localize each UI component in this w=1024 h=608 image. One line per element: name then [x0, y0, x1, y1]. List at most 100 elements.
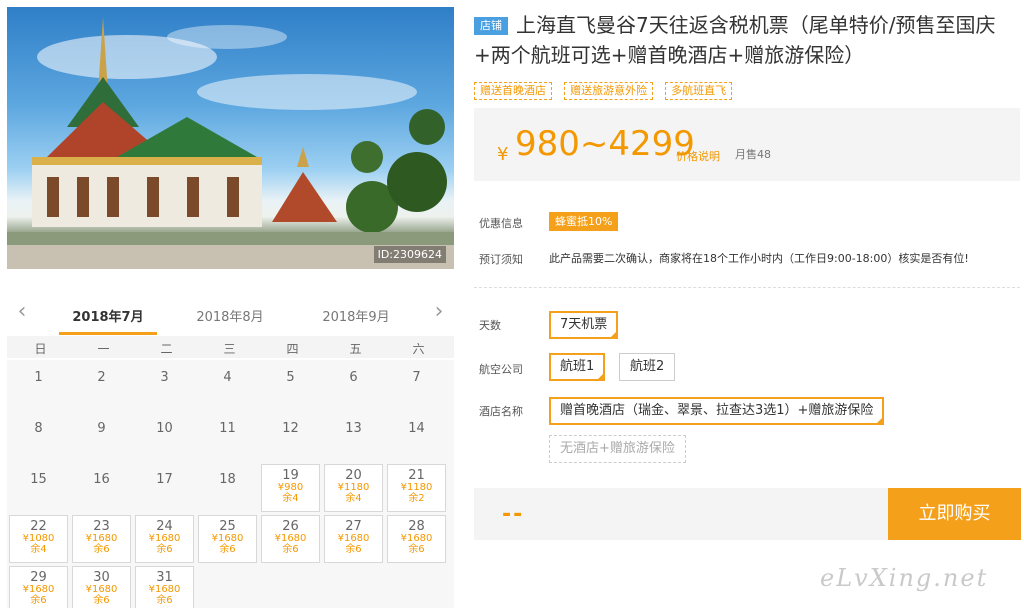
day-number: 6: [349, 370, 358, 385]
product-photo: ID:2309624: [7, 7, 454, 269]
weekday-label: 三: [223, 342, 236, 356]
day-number: 18: [219, 472, 236, 487]
day-price: ¥1680: [274, 533, 307, 544]
hotel-label: 酒店名称: [479, 405, 523, 418]
calendar-day: 9: [72, 413, 131, 461]
total-price: --: [502, 502, 525, 527]
feature-tag: 赠送旅游意外险: [564, 82, 654, 100]
month-tab-july[interactable]: 2018年7月: [53, 306, 163, 335]
calendar-day[interactable]: 24 ¥1680 余6: [135, 515, 194, 563]
option-hotel-1[interactable]: 赠首晚酒店（瑞金、翠景、拉查达3选1）+赠旅游保险: [549, 397, 885, 425]
price-help-link[interactable]: 价格说明: [676, 148, 720, 164]
feature-tag: 多航班直飞: [665, 82, 733, 100]
product-title-text: 上海直飞曼谷7天往返含税机票（尾单特价/预售至国庆+两个航班可选+赠首晚酒店+赠…: [474, 13, 996, 67]
day-number: 17: [156, 472, 173, 487]
day-number: 7: [412, 370, 421, 385]
product-title: 店铺 上海直飞曼谷7天往返含税机票（尾单特价/预售至国庆+两个航班可选+赠首晚酒店…: [474, 10, 1019, 70]
calendar-day: 16: [72, 464, 131, 512]
calendar-day: 4: [198, 362, 257, 410]
day-price: ¥1680: [148, 584, 181, 595]
day-remaining: 余6: [93, 544, 110, 555]
calendar-weekday-header: 日 一 二 三 四 五 六: [7, 336, 454, 358]
day-number: 9: [97, 421, 106, 436]
day-price: ¥1680: [148, 533, 181, 544]
chevron-left-icon[interactable]: ‹: [11, 301, 33, 324]
weekday-label: 四: [286, 342, 299, 356]
day-number: 20: [345, 468, 362, 483]
shop-badge[interactable]: 店铺: [474, 17, 508, 35]
feature-tags: 赠送首晚酒店 赠送旅游意外险 多航班直飞: [474, 79, 739, 100]
day-number: 14: [408, 421, 425, 436]
calendar-day[interactable]: 23 ¥1680 余6: [72, 515, 131, 563]
weekday-label: 日: [34, 342, 47, 356]
day-price: ¥1680: [22, 584, 55, 595]
day-price: ¥1180: [337, 482, 370, 493]
option-days-7[interactable]: 7天机票: [549, 311, 619, 339]
option-airline-1[interactable]: 航班1: [549, 353, 606, 381]
day-number: 11: [219, 421, 236, 436]
day-remaining: 余2: [408, 493, 425, 504]
calendar-day: 13: [324, 413, 383, 461]
calendar-day[interactable]: 30 ¥1680 余6: [72, 566, 131, 608]
price-range: 980~4299: [515, 124, 695, 164]
day-number: 10: [156, 421, 173, 436]
day-number: 16: [93, 472, 110, 487]
calendar-day: 1: [9, 362, 68, 410]
calendar-day[interactable]: 22 ¥1080 余4: [9, 515, 68, 563]
calendar-day[interactable]: 25 ¥1680 余6: [198, 515, 257, 563]
day-remaining: 余6: [30, 595, 47, 606]
day-number: 8: [34, 421, 43, 436]
option-hotel-none[interactable]: 无酒店+赠旅游保险: [549, 435, 686, 463]
day-number: 12: [282, 421, 299, 436]
day-remaining: 余6: [219, 544, 236, 555]
calendar-day[interactable]: 27 ¥1680 余6: [324, 515, 383, 563]
price-box: ¥ 980~4299 价格说明 月售48: [474, 108, 1020, 181]
calendar-day[interactable]: 26 ¥1680 余6: [261, 515, 320, 563]
weekday-label: 二: [160, 342, 173, 356]
calendar-day: 11: [198, 413, 257, 461]
day-price: ¥980: [277, 482, 304, 493]
day-number: 28: [408, 519, 425, 534]
promo-badge: 蜂蜜抵10%: [549, 212, 619, 231]
day-number: 19: [282, 468, 299, 483]
day-remaining: 余6: [156, 595, 173, 606]
calendar-day[interactable]: 19 ¥980 余4: [261, 464, 320, 512]
calendar-day: 17: [135, 464, 194, 512]
calendar-day[interactable]: 20 ¥1180 余4: [324, 464, 383, 512]
day-remaining: 余6: [408, 544, 425, 555]
day-number: 2: [97, 370, 106, 385]
day-number: 1: [34, 370, 43, 385]
calendar-day[interactable]: 29 ¥1680 余6: [9, 566, 68, 608]
calendar-day: 15: [9, 464, 68, 512]
notice-label: 预订须知: [479, 253, 523, 266]
calendar-day[interactable]: 31 ¥1680 余6: [135, 566, 194, 608]
calendar-day[interactable]: 28 ¥1680 余6: [387, 515, 446, 563]
day-number: 21: [408, 468, 425, 483]
day-number: 24: [156, 519, 173, 534]
calendar-day[interactable]: 21 ¥1180 余2: [387, 464, 446, 512]
watermark: eLvXing.net: [820, 564, 989, 592]
buy-now-button[interactable]: 立即购买: [888, 488, 1021, 540]
day-number: 25: [219, 519, 236, 534]
day-number: 27: [345, 519, 362, 534]
airline-label: 航空公司: [479, 363, 523, 376]
calendar-day: 5: [261, 362, 320, 410]
calendar-month-nav: ‹ 2018年7月 2018年8月 2018年9月 ›: [7, 296, 454, 335]
chevron-right-icon[interactable]: ›: [428, 301, 450, 324]
calendar-day: 8: [9, 413, 68, 461]
day-number: 31: [156, 570, 173, 585]
calendar-day: 7: [387, 362, 446, 410]
option-airline-2[interactable]: 航班2: [619, 353, 676, 381]
day-number: 4: [223, 370, 232, 385]
weekday-label: 五: [349, 342, 362, 356]
day-price: ¥1180: [400, 482, 433, 493]
divider: [474, 287, 1020, 288]
month-tab-august[interactable]: 2018年8月: [175, 306, 285, 325]
month-tab-september[interactable]: 2018年9月: [301, 306, 411, 325]
day-number: 13: [345, 421, 362, 436]
day-price: ¥1080: [22, 533, 55, 544]
weekday-label: 一: [97, 342, 110, 356]
day-remaining: 余6: [345, 544, 362, 555]
booking-notice: 此产品需要二次确认，商家将在18个工作小时内（工作日9:00-18:00）核实是…: [549, 252, 969, 265]
day-remaining: 余6: [282, 544, 299, 555]
